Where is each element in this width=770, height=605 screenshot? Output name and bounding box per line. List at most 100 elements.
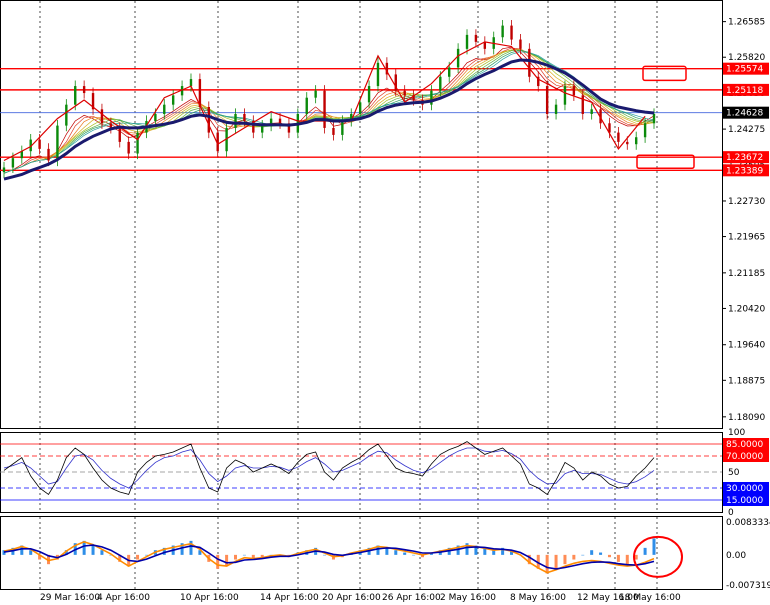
y-tick-label: 1.21185 <box>728 269 765 279</box>
x-tick-label: 8 May 16:00 <box>510 593 566 603</box>
y-tick-label: 50 <box>728 468 740 478</box>
macd-histogram-bar <box>545 554 549 574</box>
macd-histogram-bar <box>412 554 416 556</box>
macd-histogram-bar <box>652 538 656 555</box>
x-tick-label: 4 Apr 16:00 <box>97 593 150 603</box>
macd-histogram-bar <box>394 550 398 555</box>
price-panel[interactable]: 1.265851.258201.250501.242751.235051.227… <box>0 0 769 429</box>
macd-histogram-bar <box>403 552 407 555</box>
candle-body <box>643 123 647 138</box>
candle-body <box>332 127 335 135</box>
candle-body <box>519 39 522 49</box>
candle-body <box>563 86 567 105</box>
y-tick-label: 0.0083334 <box>726 518 770 528</box>
x-tick-label: 29 Mar 16:00 <box>40 593 100 603</box>
x-tick-label: 20 Apr 16:00 <box>322 593 381 603</box>
candle-body <box>65 104 68 126</box>
macd-histogram-bar <box>554 554 558 569</box>
candle-body <box>652 113 656 124</box>
candle-body <box>82 86 86 94</box>
main-frame <box>0 0 723 429</box>
price-badge-label: 1.24628 <box>726 109 763 119</box>
y-tick-label: 1.21965 <box>728 233 765 243</box>
macd-histogram-bar <box>634 554 638 560</box>
candle-body <box>626 141 629 145</box>
candle-body <box>367 86 371 103</box>
candle-body <box>545 86 549 114</box>
candle-body <box>465 34 469 49</box>
macd-histogram-bar <box>100 550 104 555</box>
macd-histogram-bar <box>643 547 647 555</box>
candle-body <box>572 86 576 96</box>
y-tick-label: 0.00 <box>726 551 746 561</box>
macd-histogram-bar <box>616 554 620 562</box>
x-tick-label: 14 Apr 16:00 <box>260 593 319 603</box>
candle-body <box>590 109 593 114</box>
macd-histogram-bar <box>590 550 594 555</box>
y-tick-label: 1.18090 <box>728 413 765 423</box>
price-badge-label: 1.23672 <box>726 153 763 163</box>
candle-body <box>118 127 121 142</box>
price-badge-label: 1.25574 <box>726 65 763 75</box>
candle-body <box>189 79 193 87</box>
candle-body <box>617 132 620 142</box>
candle-body <box>341 120 344 135</box>
candle-body <box>501 25 504 38</box>
y-tick-label: 1.26585 <box>728 18 765 28</box>
candle-body <box>47 148 50 161</box>
candle-body <box>74 86 77 105</box>
level-badge-label: 85.0000 <box>726 440 763 450</box>
y-tick-label: 1.22730 <box>728 197 765 207</box>
candle-body <box>163 104 166 114</box>
macd-histogram-bar <box>91 545 95 555</box>
x-tick-label: 2 May 16:00 <box>440 593 496 603</box>
candle-body <box>154 113 157 121</box>
y-tick-label: 1.18875 <box>728 376 765 386</box>
macd-histogram-bar <box>136 554 140 560</box>
y-tick-label: 1.24275 <box>728 125 765 135</box>
candle-body <box>127 141 130 154</box>
macd-panel[interactable]: 0.0083334 0.00 -0.0073193 <box>0 516 770 592</box>
y-tick-label: 1.20420 <box>728 304 765 314</box>
candle-body <box>439 76 442 91</box>
candle-body <box>243 113 246 121</box>
macd-histogram-bar <box>581 554 585 556</box>
level-badge-label: 30.0000 <box>726 484 763 494</box>
macd-histogram-bar <box>563 554 567 565</box>
candle-body <box>358 102 362 114</box>
trading-chart[interactable]: 1.265851.258201.250501.242751.235051.227… <box>0 0 770 605</box>
candle-body <box>207 107 210 133</box>
candle-body <box>634 137 638 145</box>
macd-histogram-bar <box>572 554 576 560</box>
y-tick-label: -0.0073193 <box>726 581 770 591</box>
candle-body <box>528 48 531 77</box>
candle-body <box>376 62 380 87</box>
osc-frame <box>0 432 723 513</box>
candle-body <box>305 97 308 114</box>
level-badge-label: 15.0000 <box>726 496 763 506</box>
candle-body <box>510 25 513 40</box>
candle-body <box>38 139 41 149</box>
price-badge-label: 1.25118 <box>726 86 763 96</box>
candle-body <box>403 90 406 96</box>
candle-body <box>581 95 584 114</box>
macd-histogram-bar <box>599 552 603 555</box>
x-tick-label: 18 May 16:00 <box>619 593 681 603</box>
price-badge-label: 1.23389 <box>726 166 763 176</box>
candle-body <box>554 104 558 114</box>
candle-body <box>278 118 282 124</box>
macd-histogram-bar <box>323 554 327 556</box>
macd-histogram-bar <box>385 547 389 555</box>
candle-body <box>56 125 59 161</box>
candle-body <box>171 95 175 105</box>
candle-body <box>314 90 317 98</box>
candle-body <box>323 90 326 128</box>
x-tick-label: 10 Apr 16:00 <box>180 593 239 603</box>
time-axis: 29 Mar 16:004 Apr 16:00 10 Apr 16:00 14 Ap… <box>40 593 681 603</box>
y-tick-label: 0 <box>728 508 734 518</box>
oscillator-panel[interactable]: 100 50 0 85.0000 70.0000 30.0000 15.0000 <box>0 428 769 518</box>
macd-histogram-bar <box>242 554 246 556</box>
y-tick-label: 1.25820 <box>728 53 765 63</box>
macd-histogram-bar <box>607 554 611 558</box>
candle-body <box>11 158 15 168</box>
